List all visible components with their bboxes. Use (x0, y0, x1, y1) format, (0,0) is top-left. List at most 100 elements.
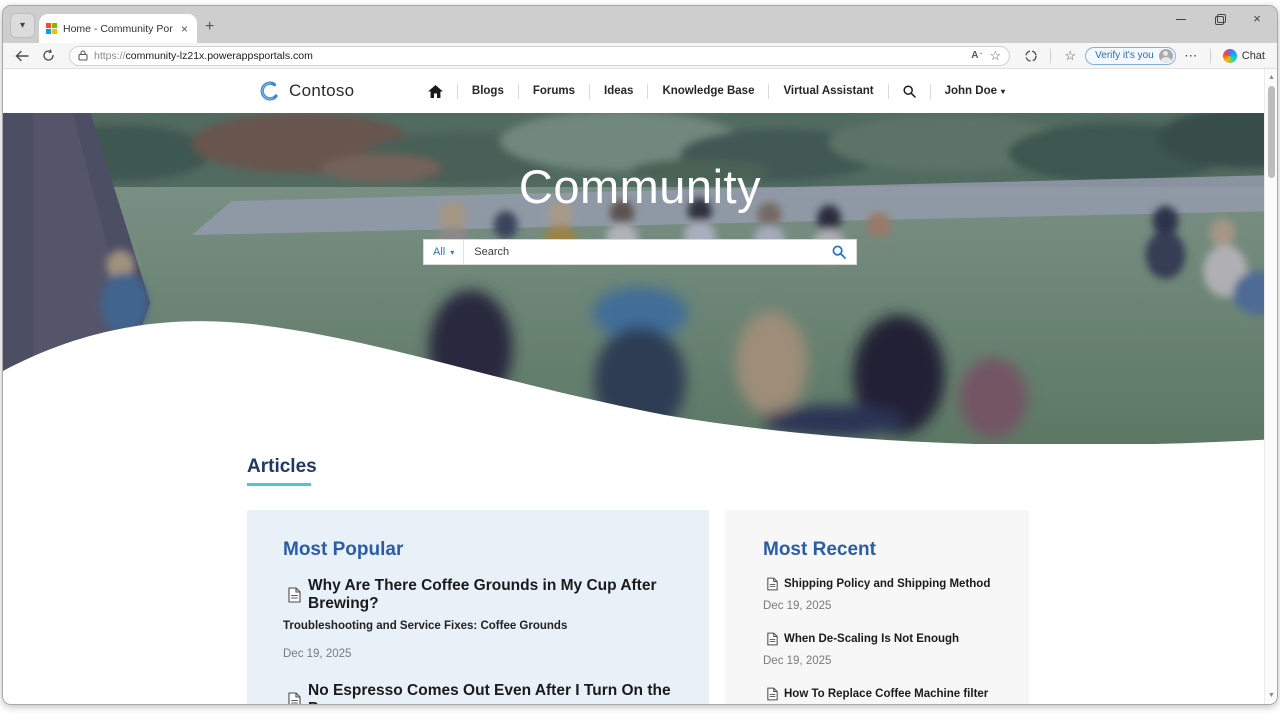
more-icon: ⋯ (1184, 48, 1197, 64)
article-link[interactable]: How To Replace Coffee Machine filter (763, 687, 1009, 701)
back-button[interactable] (11, 46, 33, 66)
article-list-item: Shipping Policy and Shipping Method Dec … (763, 577, 1009, 612)
favorite-this-page-button[interactable]: ☆ (989, 48, 1001, 64)
article-link[interactable]: When De-Scaling Is Not Enough (763, 632, 1009, 646)
hero-search-bar: All ▾ (423, 239, 857, 265)
article-list-item: How To Replace Coffee Machine filter (763, 687, 1009, 701)
article-list-item: When De-Scaling Is Not Enough Dec 19, 20… (763, 632, 1009, 667)
nav-ideas[interactable]: Ideas (590, 85, 647, 97)
document-icon (767, 577, 778, 591)
document-icon (767, 632, 778, 646)
caret-down-icon: ▾ (1001, 87, 1005, 96)
tab-actions-button[interactable]: ▾ (10, 13, 35, 38)
articles-heading: Articles (247, 456, 1277, 478)
restore-button[interactable] (1213, 13, 1225, 25)
nav-virtual-assistant[interactable]: Virtual Assistant (769, 85, 887, 97)
article-title: Why Are There Coffee Grounds in My Cup A… (308, 577, 685, 613)
article-list-item: No Espresso Comes Out Even After I Turn … (283, 682, 685, 704)
microsoft-favicon-icon (46, 23, 57, 34)
window-close-button[interactable]: × (1251, 13, 1263, 25)
contoso-logo-icon (259, 80, 281, 102)
article-title: Shipping Policy and Shipping Method (784, 578, 990, 590)
scroll-down-arrow[interactable]: ▼ (1265, 689, 1278, 702)
profile-avatar (1159, 49, 1173, 63)
copilot-chat-button[interactable]: Chat (1219, 49, 1269, 63)
toolbar-divider (1050, 49, 1051, 63)
search-submit-button[interactable] (822, 240, 856, 264)
browser-toolbar: https://community-lz21x.powerappsportals… (3, 43, 1277, 69)
article-date: Dec 19, 2025 (283, 648, 685, 660)
browser-tab[interactable]: Home - Community Portal × (39, 14, 197, 43)
hero-title: Community (3, 159, 1277, 214)
site-header: Contoso Blogs Forums Ideas Knowledge Bas… (3, 69, 1277, 113)
most-recent-card: Most Recent Shipping Policy and Shipping… (725, 510, 1029, 704)
page-scrollbar[interactable]: ▲ ▼ (1264, 69, 1277, 704)
article-list-item: Why Are There Coffee Grounds in My Cup A… (283, 577, 685, 660)
copilot-chat-label: Chat (1242, 50, 1265, 62)
article-title: No Espresso Comes Out Even After I Turn … (308, 682, 685, 704)
url-host: community-lz21x.powerappsportals.com (126, 50, 313, 62)
read-aloud-button[interactable]: A⌃ (971, 50, 983, 61)
favorites-hub-button[interactable]: ☆ (1059, 46, 1081, 66)
document-icon (767, 687, 778, 701)
copilot-icon (1223, 49, 1237, 63)
article-title: When De-Scaling Is Not Enough (784, 633, 959, 645)
url-text: https://community-lz21x.powerappsportals… (94, 50, 965, 62)
article-link[interactable]: Shipping Policy and Shipping Method (763, 577, 1009, 591)
caret-down-icon: ▾ (450, 248, 454, 257)
browser-essentials-icon (1024, 49, 1038, 63)
nav-blogs[interactable]: Blogs (458, 85, 518, 97)
nav-home[interactable] (414, 85, 457, 98)
url-scheme: https:// (94, 50, 126, 62)
articles-section: Articles Most Popular Why Are There Coff… (3, 444, 1277, 704)
article-subtitle: Troubleshooting and Service Fixes: Coffe… (283, 620, 685, 632)
site-info-lock-icon[interactable] (78, 50, 88, 61)
browser-essentials-button[interactable] (1020, 46, 1042, 66)
most-popular-card: Most Popular Why Are There Coffee Ground… (247, 510, 709, 704)
scroll-up-arrow[interactable]: ▲ (1265, 71, 1278, 84)
article-title: How To Replace Coffee Machine filter (784, 688, 988, 700)
search-filter-label: All (433, 246, 445, 258)
search-filter-dropdown[interactable]: All ▾ (424, 240, 464, 264)
window-controls: × (1175, 13, 1263, 25)
article-date: Dec 19, 2025 (763, 600, 1009, 612)
article-link[interactable]: Why Are There Coffee Grounds in My Cup A… (283, 577, 685, 613)
article-link[interactable]: No Espresso Comes Out Even After I Turn … (283, 682, 685, 704)
search-icon (832, 245, 846, 259)
browser-window: ▾ Home - Community Portal × + × https: (2, 5, 1278, 705)
article-date: Dec 19, 2025 (763, 655, 1009, 667)
most-recent-heading: Most Recent (763, 539, 1009, 561)
most-popular-heading: Most Popular (283, 539, 685, 561)
reload-icon (42, 49, 55, 62)
user-name: John Doe (945, 85, 997, 97)
web-page: Contoso Blogs Forums Ideas Knowledge Bas… (3, 69, 1277, 704)
user-menu[interactable]: John Doe ▾ (931, 85, 1019, 97)
verify-profile-button[interactable]: Verify it's you (1085, 47, 1176, 65)
favorites-hub-icon: ☆ (1064, 48, 1076, 64)
tab-close-button[interactable]: × (179, 22, 190, 36)
nav-forums[interactable]: Forums (519, 85, 589, 97)
document-icon (288, 587, 301, 603)
hero-banner: Community All ▾ (3, 113, 1277, 444)
nav-knowledge-base[interactable]: Knowledge Base (648, 85, 768, 97)
brand-name: Contoso (289, 81, 354, 101)
new-tab-button[interactable]: + (205, 19, 214, 35)
search-icon (903, 85, 916, 98)
back-arrow-icon (15, 50, 29, 62)
settings-more-button[interactable]: ⋯ (1180, 46, 1202, 66)
contoso-logo[interactable]: Contoso (259, 80, 354, 102)
home-icon (428, 85, 443, 98)
minimize-button[interactable] (1175, 13, 1187, 25)
search-input[interactable] (464, 240, 822, 264)
nav-search-button[interactable] (889, 85, 930, 98)
document-icon (288, 692, 301, 704)
star-icon: ☆ (989, 48, 1001, 64)
tab-title: Home - Community Portal (63, 23, 173, 35)
site-menu: Blogs Forums Ideas Knowledge Base Virtua… (414, 84, 1019, 99)
toolbar-divider-2 (1210, 49, 1211, 63)
read-aloud-icon: A (971, 50, 978, 61)
address-bar[interactable]: https://community-lz21x.powerappsportals… (69, 46, 1010, 66)
chevron-down-icon: ▾ (20, 20, 25, 31)
reload-button[interactable] (37, 46, 59, 66)
scrollbar-thumb[interactable] (1268, 86, 1275, 178)
